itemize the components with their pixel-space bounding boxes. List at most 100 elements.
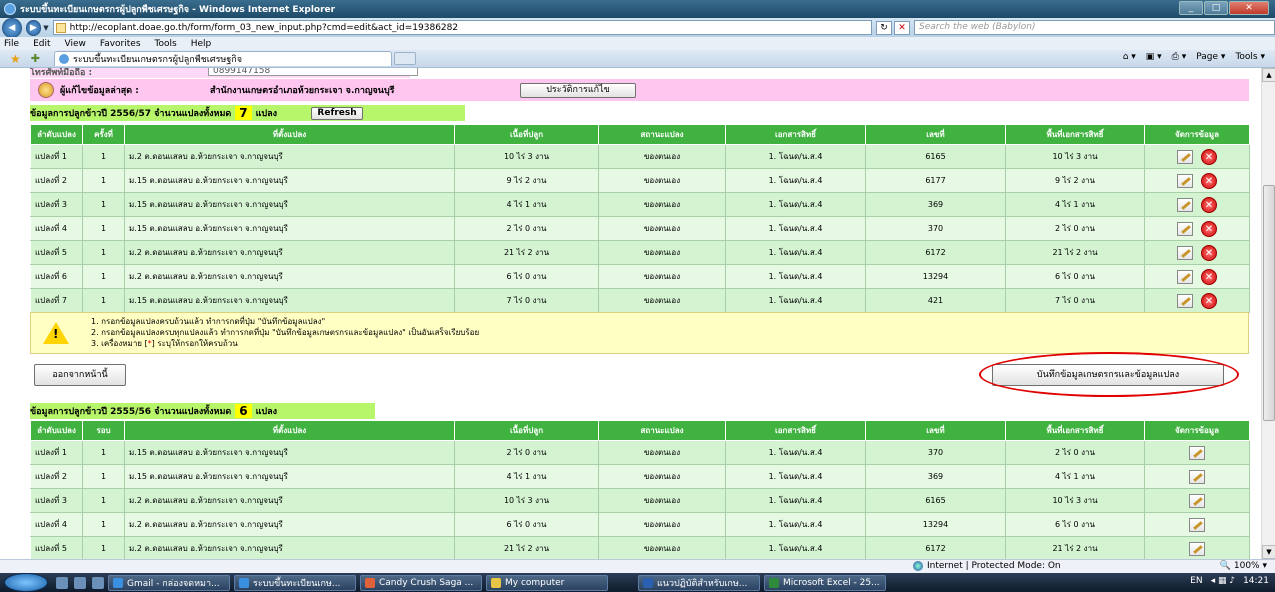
- browser-tab[interactable]: ระบบขึ้นทะเบียนเกษตรกรผู้ปลูกพืชเศรษฐกิจ: [53, 51, 392, 66]
- table-cell: 4 ไร่ 1 งาน: [454, 464, 599, 489]
- feeds-icon[interactable]: ▣ ▾: [1146, 52, 1162, 62]
- taskbar-item-candy-crush[interactable]: Candy Crush Saga ...: [360, 574, 482, 591]
- delete-icon[interactable]: ✕: [1201, 196, 1217, 213]
- last-editor-value: สำนักงานเกษตรอำเภอห้วยกระเจา จ.กาญจนบุรี: [210, 86, 395, 96]
- taskbar-item-my-computer[interactable]: My computer: [486, 574, 608, 591]
- table-cell: 2 ไร่ 0 งาน: [454, 216, 599, 241]
- forward-arrow-icon[interactable]: ▶: [25, 19, 42, 36]
- row-actions: ✕: [1144, 216, 1250, 241]
- season1-title-text: ข้อมูลการปลูกข้าวปี 2556/57 จำนวนแปลงทั้…: [30, 109, 232, 119]
- zoom-level[interactable]: 🔍 100% ▾: [1220, 561, 1267, 571]
- menu-edit[interactable]: Edit: [33, 39, 50, 49]
- menu-help[interactable]: Help: [191, 39, 212, 49]
- start-button[interactable]: [4, 573, 48, 592]
- table-cell: 6165: [865, 144, 1006, 169]
- exit-page-button[interactable]: ออกจากหน้านี้: [34, 364, 126, 386]
- table-cell: 2 ไร่ 0 งาน: [1005, 440, 1145, 465]
- table-cell: ม.15 ต.ดอนแสลบ อ.ห้วยกระเจา จ.กาญจนบุรี: [124, 168, 455, 193]
- menu-favorites[interactable]: Favorites: [100, 39, 141, 49]
- edit-icon[interactable]: [1189, 541, 1205, 556]
- edit-icon[interactable]: [1177, 149, 1193, 164]
- history-dropdown-icon[interactable]: ▼: [43, 24, 48, 32]
- print-icon[interactable]: ⎙ ▾: [1172, 52, 1187, 62]
- edit-icon[interactable]: [1177, 293, 1193, 308]
- network-icon[interactable]: ◂ ▦ ♪: [1211, 576, 1236, 586]
- taskbar-item-excel[interactable]: Microsoft Excel - 25...: [764, 574, 886, 591]
- menu-file[interactable]: File: [4, 39, 19, 49]
- table-row: แปลงที่ 4 1 ม.2 ต.ดอนแสลบ อ.ห้วยกระเจา จ.ก…: [30, 512, 1250, 537]
- back-arrow-icon[interactable]: ◀: [2, 17, 22, 38]
- taskbar: Gmail - กล่องจดหมา... ระบบขึ้นทะเบียนเกษ…: [0, 573, 1275, 592]
- delete-icon[interactable]: ✕: [1201, 292, 1217, 309]
- table-cell: 4 ไร่ 1 งาน: [454, 192, 599, 217]
- edit-icon[interactable]: [1177, 221, 1193, 236]
- edit-icon[interactable]: [1189, 517, 1205, 532]
- menu-view[interactable]: View: [65, 39, 86, 49]
- edit-icon[interactable]: [1177, 269, 1193, 284]
- language-indicator[interactable]: EN: [1190, 576, 1202, 586]
- table-cell: 6177: [865, 168, 1006, 193]
- scroll-down-icon[interactable]: ▼: [1262, 545, 1275, 559]
- delete-icon[interactable]: ✕: [1201, 268, 1217, 285]
- edit-icon[interactable]: [1189, 493, 1205, 508]
- edit-icon[interactable]: [1177, 245, 1193, 260]
- delete-icon[interactable]: ✕: [1201, 220, 1217, 237]
- quicklaunch-icon[interactable]: [92, 576, 104, 589]
- table-cell: 1. โฉนด/น.ส.4: [725, 464, 866, 489]
- table-cell: แปลงที่ 5: [30, 240, 83, 265]
- table-cell: 21 ไร่ 2 งาน: [1005, 536, 1145, 559]
- favorites-star-icon[interactable]: ★: [10, 52, 21, 66]
- season2-unit: แปลง: [255, 407, 278, 417]
- scroll-thumb[interactable]: [1263, 185, 1275, 421]
- taskbar-item-word[interactable]: แนวปฏิบัติสำหรับเกษ...: [638, 574, 760, 591]
- close-button[interactable]: ✕: [1229, 1, 1269, 15]
- minimize-button[interactable]: _: [1179, 1, 1203, 15]
- edit-icon[interactable]: [1177, 173, 1193, 188]
- taskbar-item-ie[interactable]: ระบบขึ้นทะเบียนเกษ...: [234, 574, 356, 591]
- menu-bar: File Edit View Favorites Tools Help: [0, 37, 1275, 50]
- table-cell: ของตนเอง: [598, 144, 726, 169]
- menu-tools[interactable]: Tools: [155, 39, 177, 49]
- delete-icon[interactable]: ✕: [1201, 148, 1217, 165]
- table-cell: 13294: [865, 512, 1006, 537]
- table-cell: 1: [82, 288, 125, 313]
- table-cell: 6 ไร่ 0 งาน: [454, 264, 599, 289]
- last-editor-band: ผู้แก้ไขข้อมูลล่าสุด : สำนักงานเกษตรอำเภ…: [30, 79, 1249, 101]
- url-field[interactable]: http://ecoplant.doae.go.th/form/form_03_…: [52, 20, 872, 35]
- quicklaunch-icon[interactable]: [74, 576, 86, 589]
- home-icon[interactable]: ⌂ ▾: [1123, 52, 1136, 62]
- table-row: แปลงที่ 6 1 ม.2 ต.ดอนแสลบ อ.ห้วยกระเจา จ.ก…: [30, 264, 1250, 289]
- search-input[interactable]: Search the web (Babylon): [913, 20, 1275, 35]
- refresh-icon[interactable]: ↻: [875, 20, 892, 35]
- table-cell: 1. โฉนด/น.ส.4: [725, 288, 866, 313]
- column-header: พื้นที่เอกสารสิทธิ์: [1005, 420, 1145, 441]
- tabs-bar: ★ ✚ ระบบขึ้นทะเบียนเกษตรกรผู้ปลูกพืชเศรษ…: [0, 50, 1275, 68]
- taskbar-item-gmail[interactable]: Gmail - กล่องจดหมา...: [108, 574, 230, 591]
- stop-icon[interactable]: ✕: [893, 20, 910, 35]
- table-cell: 2 ไร่ 0 งาน: [454, 440, 599, 465]
- edit-history-button[interactable]: ประวัติการแก้ไข: [520, 82, 636, 98]
- page-menu[interactable]: Page ▾: [1196, 52, 1225, 62]
- table-cell: ของตนเอง: [598, 216, 726, 241]
- window-title: ระบบขึ้นทะเบียนเกษตรกรผู้ปลูกพืชเศรษฐกิจ…: [20, 5, 336, 15]
- delete-icon[interactable]: ✕: [1201, 244, 1217, 261]
- new-tab-button[interactable]: [393, 52, 416, 65]
- refresh-button[interactable]: Refresh: [311, 106, 364, 120]
- table-cell: 21 ไร่ 2 งาน: [454, 536, 599, 559]
- phone-field[interactable]: 0899147158: [208, 68, 418, 76]
- clock[interactable]: 14:21: [1243, 576, 1269, 586]
- maximize-button[interactable]: □: [1204, 1, 1228, 15]
- tools-menu[interactable]: Tools ▾: [1235, 52, 1265, 62]
- edit-icon[interactable]: [1177, 197, 1193, 212]
- table-cell: แปลงที่ 3: [30, 488, 83, 513]
- scroll-up-icon[interactable]: ▲: [1262, 68, 1275, 82]
- table-cell: 369: [865, 464, 1006, 489]
- delete-icon[interactable]: ✕: [1201, 172, 1217, 189]
- show-desktop-icon[interactable]: [56, 576, 68, 589]
- vertical-scrollbar[interactable]: ▲ ▼: [1261, 68, 1275, 559]
- add-favorite-icon[interactable]: ✚: [31, 52, 40, 65]
- edit-icon[interactable]: [1189, 445, 1205, 460]
- edit-icon[interactable]: [1189, 469, 1205, 484]
- row-actions: ✕: [1144, 144, 1250, 169]
- table-cell: 370: [865, 440, 1006, 465]
